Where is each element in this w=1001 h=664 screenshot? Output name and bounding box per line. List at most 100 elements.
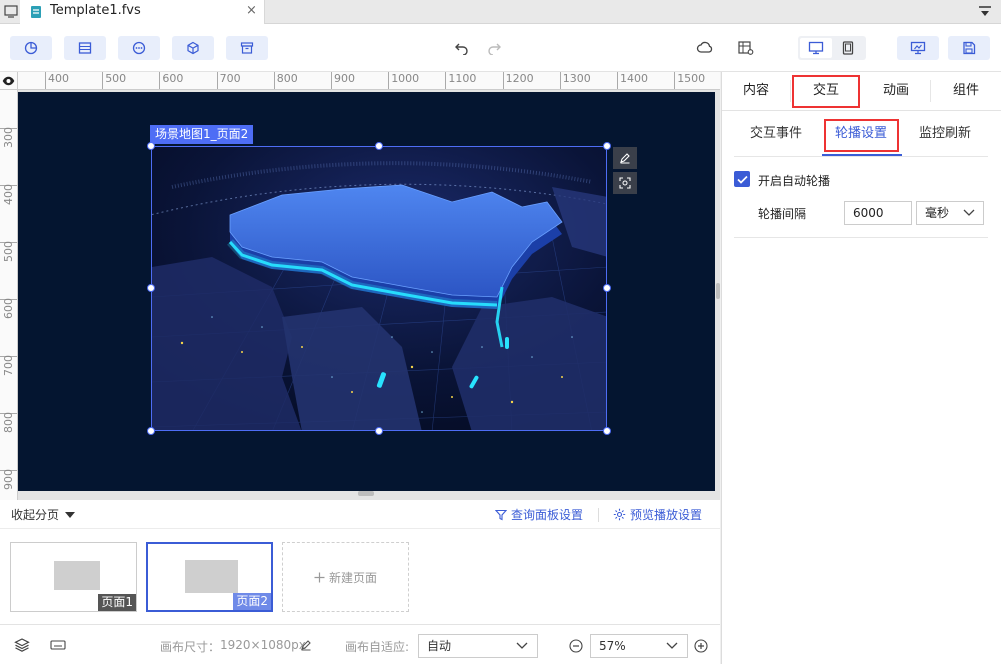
document-tab-title: Template1.fvs [50,3,141,18]
app-menu-icon[interactable] [4,4,18,18]
ruler-label: 500 [105,72,127,85]
collapse-pages-toggle[interactable]: 收起分页 [11,506,76,523]
widget-name-label: 场景地图1_页面2 [150,125,254,144]
ruler-label: 700 [219,72,241,85]
resize-handle-left[interactable] [147,284,155,292]
plus-circle-icon [694,639,708,653]
window-menu-icon[interactable] [978,5,992,19]
page-thumbnail-1[interactable]: 页面1 [10,542,137,612]
ruler-label: 600 [162,72,184,85]
ruler-tick [502,72,504,89]
resize-handle-right[interactable] [603,284,611,292]
plus-icon [314,572,325,582]
tab-animation[interactable]: 动画 [862,72,930,110]
save-button[interactable] [948,36,990,60]
edit-widget-button[interactable] [613,147,637,169]
resize-handle-bottom-left[interactable] [147,427,155,435]
canvas-fit-select[interactable]: 自动 [418,634,538,658]
caret-down-icon [65,511,76,518]
resize-handle-bottom-right[interactable] [603,427,611,435]
zoom-in-button[interactable] [694,639,708,656]
toolbar [0,24,1001,72]
cube-icon [187,41,199,55]
new-page-label: 新建页面 [328,570,377,585]
active-tab-highlight [792,75,860,108]
more-circle-icon [132,41,146,55]
china-3d-map-image [152,147,606,430]
resource-archive-button[interactable] [226,36,268,60]
tab-content[interactable]: 内容 [722,72,790,110]
tab-component[interactable]: 组件 [932,72,1000,110]
properties-panel [721,72,1001,664]
tablet-icon [842,41,854,55]
subtabs-bottom-line [734,156,988,157]
interval-unit-select[interactable]: 毫秒 [916,201,984,225]
preview-play-settings-label: 预览播放设置 [630,508,703,522]
ruler-tick [445,72,447,89]
document-tab[interactable]: Template1.fvs × [20,0,265,24]
subtab-monitor-refresh[interactable]: 监控刷新 [906,118,984,150]
redo-icon[interactable] [484,38,504,58]
horizontal-ruler: 400 500 600 700 800 900 1000 1100 1200 1300 1400 15… [0,72,720,90]
auto-play-checkbox[interactable] [734,171,750,187]
interval-input[interactable]: 6000 [844,201,912,225]
collapse-pages-label: 收起分页 [11,508,60,522]
data-settings-icon[interactable] [736,38,756,58]
resize-handle-bottom[interactable] [375,427,383,435]
canvas-size-label: 画布尺寸： [160,640,221,654]
resize-handle-top-left[interactable] [147,142,155,150]
ruler-label: 800 [276,72,298,85]
zoom-value: 57% [599,639,626,653]
canvas-size-value: 1920×1080px [220,638,306,652]
interval-unit-value: 毫秒 [925,206,950,220]
ruler-label: 400 [2,184,15,205]
interval-label: 轮播间隔 [758,207,807,221]
filter-icon [495,509,507,520]
ruler-tick [273,72,275,89]
keyboard-icon[interactable] [50,639,66,654]
settings-divider [734,237,988,238]
resize-handle-top[interactable] [375,142,383,150]
monitor-icon [808,41,824,55]
ruler-label: 1500 [677,72,706,85]
more-components-button[interactable] [118,36,160,60]
zoom-out-button[interactable] [569,639,583,656]
undo-icon[interactable] [452,38,472,58]
chart-component-button[interactable] [10,36,52,60]
tab-separator [790,80,791,102]
subtab-interaction-events[interactable]: 交互事件 [737,118,815,150]
focus-widget-button[interactable] [613,172,637,194]
desktop-view-button[interactable] [800,38,832,58]
canvas-fit-value: 自动 [427,639,452,653]
new-page-button[interactable]: 新建页面 [282,542,409,612]
mobile-view-button[interactable] [832,38,864,58]
close-tab-icon[interactable]: × [246,3,257,18]
canvas-fit-label: 画布自适应: [345,640,410,654]
active-subtab-highlight [824,119,899,152]
ruler-tick [559,72,561,89]
preview-play-settings-link[interactable]: 预览播放设置 [613,506,702,523]
3d-component-button[interactable] [172,36,214,60]
ruler-tick [216,72,218,89]
page-thumbnail-2[interactable]: 页面2 [146,542,273,612]
ruler-label: 700 [2,355,15,376]
query-panel-settings-link[interactable]: 查询面板设置 [495,506,583,523]
scene-map-widget[interactable] [151,146,607,431]
file-icon [30,5,42,19]
layers-icon[interactable] [14,638,30,655]
theme-cloud-icon[interactable] [695,38,715,58]
preview-button[interactable] [897,36,939,60]
canvas-scroll-handle-bottom[interactable] [358,491,374,496]
tab-separator [930,80,931,102]
edit-canvas-size-icon[interactable] [300,639,312,654]
zoom-select[interactable]: 57% [590,634,688,658]
visibility-eye-icon[interactable] [0,72,18,90]
ruler-label: 900 [2,469,15,490]
pie-chart-icon [24,41,38,55]
device-switch [798,36,866,60]
ruler-label: 1100 [448,72,477,85]
canvas-scroll-handle-right[interactable] [716,283,720,299]
ruler-tick [388,72,390,89]
resize-handle-top-right[interactable] [603,142,611,150]
table-component-button[interactable] [64,36,106,60]
